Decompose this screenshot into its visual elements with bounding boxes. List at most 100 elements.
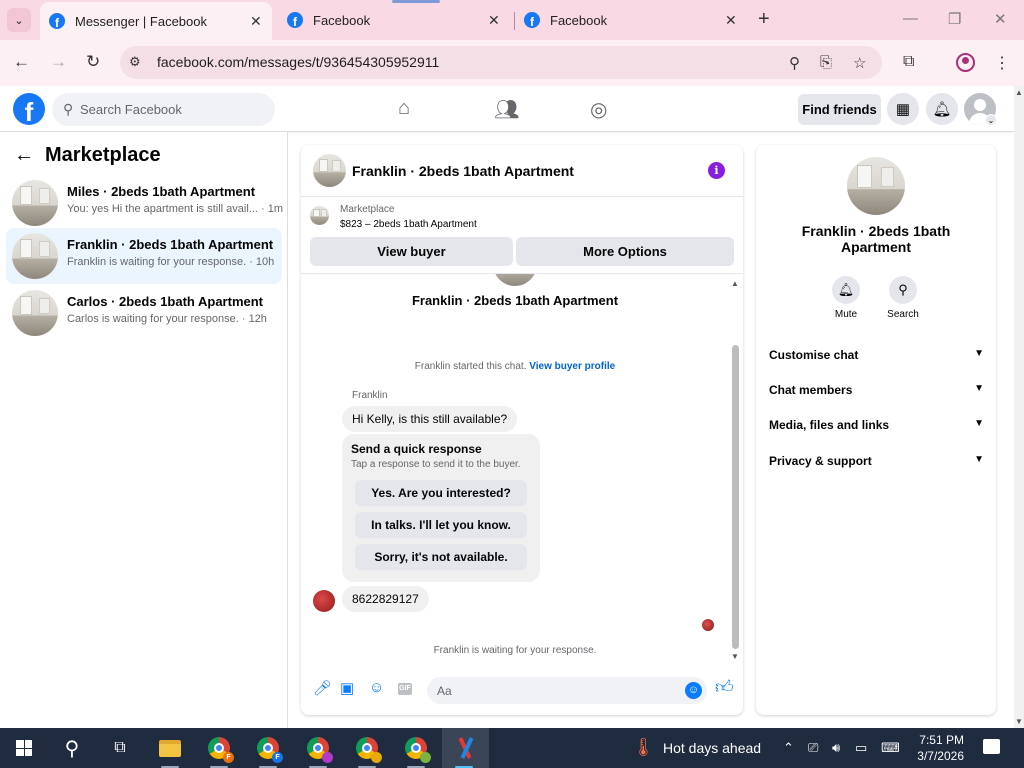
chat-panel: Franklin · 2beds 1bath Apartment i Marke… [301,145,743,715]
customise-chat-section[interactable]: Customise chat ▼ [769,348,984,368]
listing-thumbnail [493,274,537,286]
close-icon[interactable]: ✕ [725,12,737,29]
network-icon[interactable]: ▭ [855,740,867,756]
chat-details-panel: Franklin · 2beds 1bath Apartment 🔔︎ Mute… [756,145,996,715]
tab-facebook-1[interactable]: f Facebook ✕ [278,0,510,40]
file-explorer-icon[interactable] [148,728,192,768]
url-text: facebook.com/messages/t/936454305952911 [157,54,440,70]
task-view-icon[interactable]: ⧉ [98,728,142,768]
find-friends-button[interactable]: Find friends [798,94,881,125]
listing-thumbnail [12,180,58,226]
chrome-icon[interactable] [296,728,340,768]
chrome-icon[interactable] [345,728,389,768]
chrome-icon[interactable] [394,728,438,768]
volume-icon[interactable]: 🔊︎ [832,740,840,756]
keyboard-icon[interactable]: ⌨ [881,740,900,756]
quick-response-option[interactable]: Sorry, it's not available. [355,544,527,570]
forward-icon[interactable]: → [50,52,67,72]
chevron-up-icon[interactable]: ⌃ [783,740,794,756]
conversation-name: Franklin · 2beds 1bath Apartment [67,237,274,252]
back-icon[interactable]: ← [13,52,30,72]
scroll-thumb[interactable] [732,345,739,649]
site-info-icon[interactable]: ⚙ [129,54,141,70]
bell-icon: 🔔︎ [832,276,860,304]
chat-members-section[interactable]: Chat members ▼ [769,383,984,403]
star-icon[interactable]: ☆ [853,54,866,72]
chevron-down-icon[interactable]: ⌄ [985,114,997,126]
tab-facebook-2[interactable]: f Facebook ✕ [516,0,748,40]
back-arrow-icon[interactable]: ← [14,144,34,167]
info-icon[interactable]: i [708,162,725,179]
start-button[interactable] [2,728,46,768]
friends-icon[interactable]: 👥︎ [494,97,519,122]
chrome-icon[interactable]: F [197,728,241,768]
plus-icon[interactable]: + [758,8,770,31]
media-files-links-section[interactable]: Media, files and links ▼ [769,418,984,438]
thumbs-up-icon[interactable]: 👍︎ [715,676,734,698]
message-input[interactable]: Aa ☺ [427,677,707,704]
install-icon[interactable]: ⎘ [820,54,832,71]
weather-text[interactable]: Hot days ahead [663,740,761,756]
chrome-icon[interactable]: F [246,728,290,768]
groups-icon[interactable]: ◎ [590,97,607,122]
page-scrollbar[interactable]: ▲ ▼ [1014,86,1024,728]
view-buyer-profile-link[interactable]: View buyer profile [529,361,615,372]
microphone-icon[interactable]: 🎤︎ [313,679,332,697]
thermometer-icon[interactable]: 🌡︎ [632,737,655,758]
listing-thumbnail [12,233,58,279]
scroll-up-icon[interactable]: ▲ [1015,88,1023,97]
more-options-button[interactable]: More Options [516,237,734,266]
chat-title[interactable]: Franklin · 2beds 1bath Apartment [352,163,574,179]
address-bar[interactable]: ⚙ facebook.com/messages/t/93645430595291… [120,46,882,79]
close-icon[interactable]: ✕ [250,13,262,30]
active-app-icon[interactable] [442,728,489,768]
extensions-icon[interactable]: ⧉ [903,53,914,71]
message-bubble[interactable]: 8622829127 [342,586,429,612]
restore-icon[interactable]: ❐ [948,10,961,28]
search-input[interactable]: ⚲ Search Facebook [52,93,275,126]
view-buyer-button[interactable]: View buyer [310,237,513,266]
emoji-icon[interactable]: ☺ [685,682,702,699]
search-icon[interactable]: ⚲ [50,728,94,768]
menu-icon[interactable]: ⋮ [994,53,1010,73]
listing-thumbnail[interactable] [313,154,346,187]
sticker-icon[interactable]: ☺ [369,679,384,696]
mute-button[interactable]: 🔔︎ Mute [821,276,871,320]
meet-now-icon[interactable]: ⎚ [808,740,818,756]
privacy-support-section[interactable]: Privacy & support ▼ [769,454,984,474]
conversation-item[interactable]: Miles · 2beds 1bath Apartment You: yes H… [6,175,283,231]
sender-avatar[interactable] [313,590,335,612]
conversation-item[interactable]: Carlos · 2beds 1bath Apartment Carlos is… [6,285,282,341]
quick-response-option[interactable]: In talks. I'll let you know. [355,512,527,538]
scroll-up-icon[interactable]: ▲ [731,279,739,288]
notification-center-icon[interactable] [983,739,1000,754]
close-icon[interactable]: ✕ [488,12,500,29]
tab-list-icon[interactable]: ⌄ [7,8,31,32]
thread-name: Franklin · 2beds 1bath Apartment [411,293,619,308]
message-bubble[interactable]: Hi Kelly, is this still available? [342,406,518,432]
system-clock[interactable]: 7:51 PM 3/7/2026 [914,732,964,764]
gif-icon[interactable]: GIF [398,683,412,695]
scroll-down-icon[interactable]: ▼ [731,652,739,661]
chevron-down-icon: ▼ [974,348,984,359]
search-button[interactable]: ⚲ Search [878,276,928,320]
quick-response-title: Send a quick response [351,442,482,456]
photo-icon[interactable]: ▣ [340,679,354,697]
profile-icon[interactable] [956,53,975,72]
facebook-logo[interactable]: f [13,93,45,125]
notifications-icon[interactable]: 🔔︎ [926,93,958,125]
zoom-icon[interactable]: ⚲ [789,54,800,72]
chrome-profile-badge [371,752,382,763]
thread-scrollbar[interactable]: ▲ ▼ [729,275,741,665]
home-icon[interactable]: ⌂ [398,97,410,120]
scroll-down-icon[interactable]: ▼ [1015,717,1023,726]
tab-messenger[interactable]: f Messenger | Facebook ✕ [40,2,272,40]
conversation-item[interactable]: Franklin · 2beds 1bath Apartment Frankli… [6,228,282,284]
window-close-icon[interactable]: ✕ [994,10,1007,28]
conversation-name: Carlos · 2beds 1bath Apartment [67,294,264,309]
menu-grid-icon[interactable]: ▦ [887,93,919,125]
minimize-icon[interactable]: — [903,10,918,27]
quick-response-option[interactable]: Yes. Are you interested? [355,480,527,506]
reload-icon[interactable]: ↻ [86,52,100,72]
message-thread: Franklin · 2beds 1bath Apartment Frankli… [301,274,743,664]
